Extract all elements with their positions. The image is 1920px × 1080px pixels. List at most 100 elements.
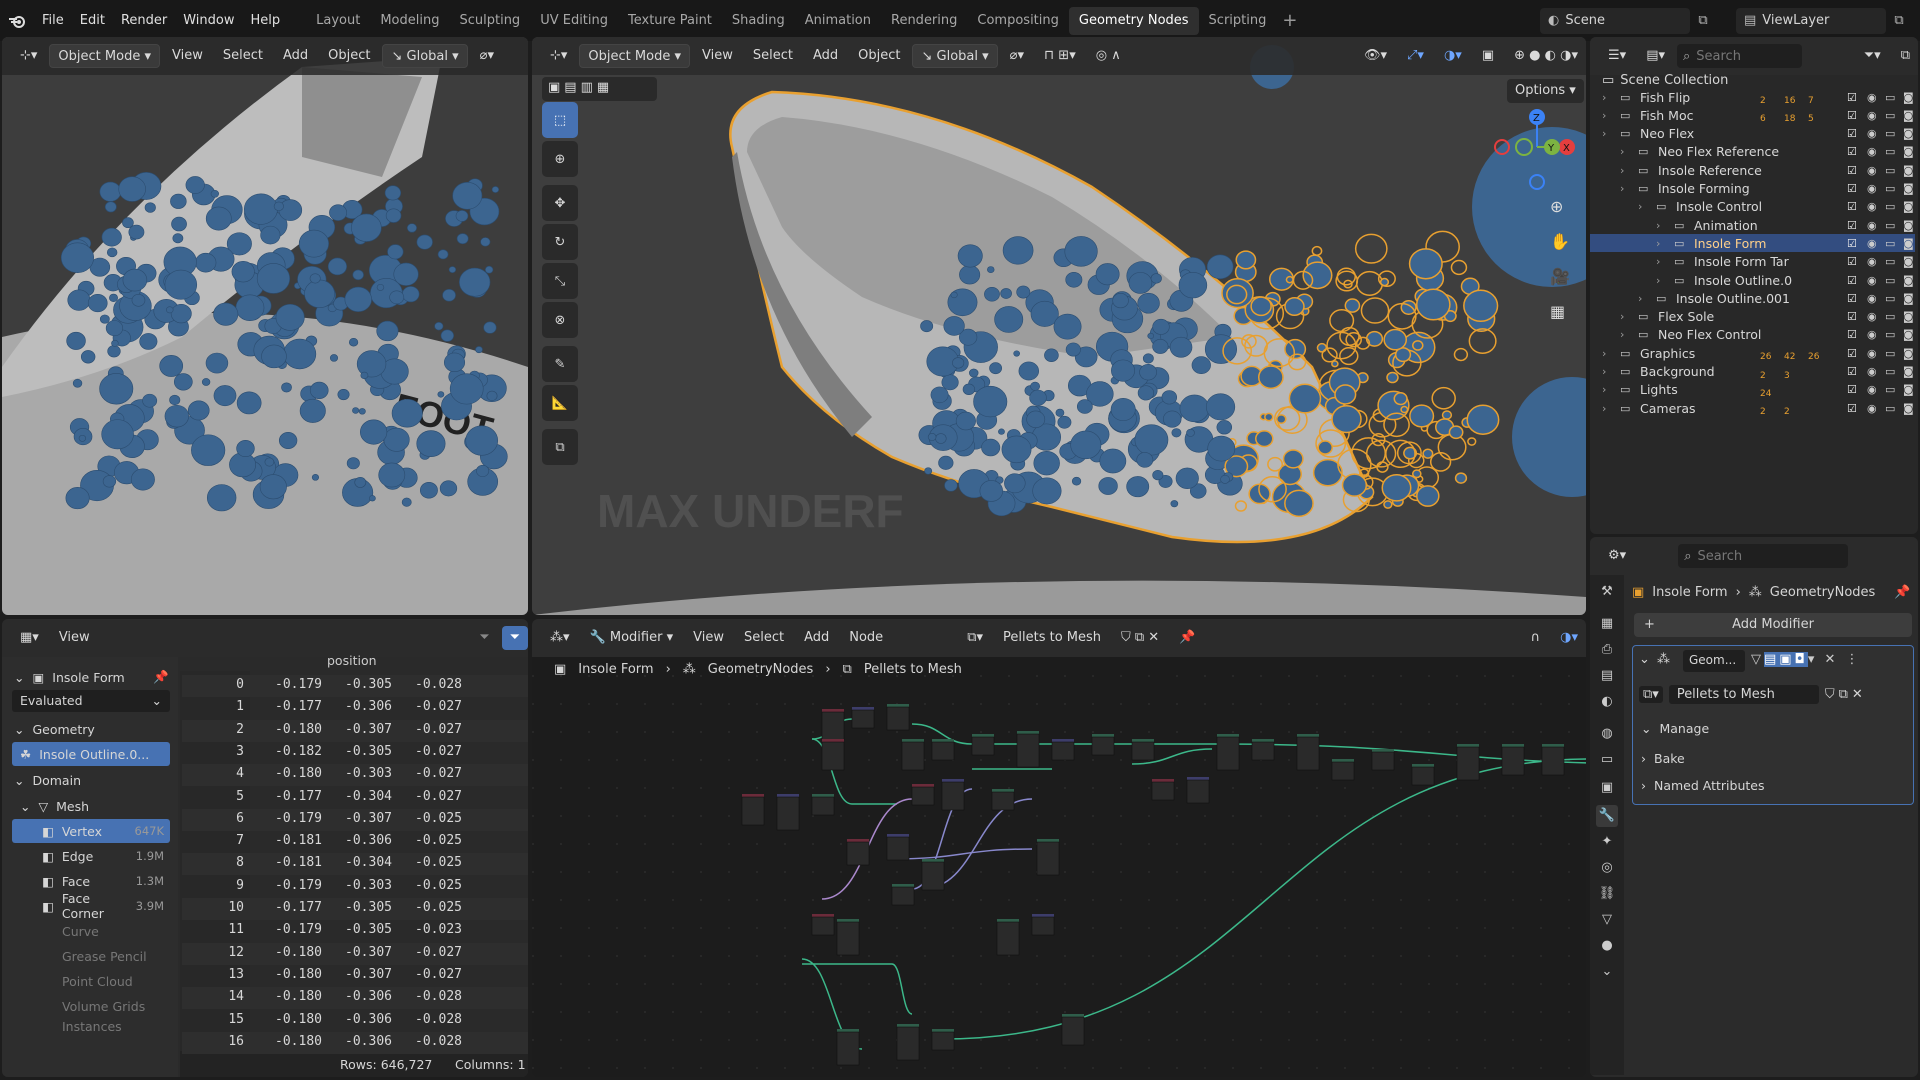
vp1-menu-object[interactable]: Object: [320, 44, 378, 68]
tool-annotate[interactable]: ✎: [542, 346, 578, 382]
pan-icon[interactable]: ✋: [1550, 232, 1570, 251]
object-row[interactable]: ⌄ ▣ Insole Form 📌: [2, 665, 177, 689]
visibility-eye-icon[interactable]: ◉: [1867, 310, 1877, 323]
domain-section[interactable]: ⌄ Domain: [2, 768, 177, 792]
tool-measure[interactable]: 📐: [542, 385, 578, 421]
exclude-checkbox-icon[interactable]: ☑: [1847, 237, 1857, 250]
scene-icon[interactable]: ◐: [1596, 691, 1618, 713]
outliner-editor-type-icon[interactable]: ☰▾: [1600, 44, 1634, 68]
outliner-row[interactable]: › ▭ Neo Flex ☑ ◉ ▭ ◙: [1590, 125, 1915, 143]
geometry-type-item[interactable]: Curve: [2, 919, 177, 943]
visibility-eye-icon[interactable]: ◉: [1867, 219, 1877, 232]
exclude-checkbox-icon[interactable]: ☑: [1847, 274, 1857, 287]
viewport-toggle-icon[interactable]: ▭: [1885, 310, 1895, 323]
tab-animation[interactable]: Animation: [795, 7, 881, 35]
mesh-row[interactable]: ⌄ ▽ Mesh: [2, 794, 177, 818]
tab-layout[interactable]: Layout: [306, 7, 370, 35]
node-group-browse-icon[interactable]: ⧉▾: [1639, 685, 1663, 703]
tab-shading[interactable]: Shading: [722, 7, 795, 35]
physics-icon[interactable]: ◎: [1596, 857, 1618, 879]
visibility-eye-icon[interactable]: ◉: [1867, 127, 1877, 140]
render-toggle-icon[interactable]: ◙: [1903, 237, 1914, 250]
domain-item-vertex[interactable]: ◧ Vertex 647K: [12, 819, 170, 843]
graph-node[interactable]: [1091, 734, 1115, 756]
vp1-orientation-dropdown[interactable]: ↘ Global ▾: [382, 44, 468, 68]
viewport-toggle-icon[interactable]: ▭: [1885, 274, 1895, 287]
camera-view-icon[interactable]: 🎥: [1550, 267, 1570, 286]
expand-chevron-icon[interactable]: ›: [1620, 164, 1624, 177]
render-toggle-icon[interactable]: ◙: [1903, 274, 1914, 287]
vp2-menu-select[interactable]: Select: [745, 44, 801, 68]
editor-type-icon[interactable]: ⊹▾: [12, 44, 45, 68]
graph-node[interactable]: [1251, 739, 1275, 761]
render-toggle-icon[interactable]: ◙: [1903, 219, 1914, 232]
domain-item-face[interactable]: ◧ Face 1.3M: [12, 869, 170, 893]
add-modifier-button[interactable]: + Add Modifier: [1634, 613, 1912, 637]
exclude-checkbox-icon[interactable]: ☑: [1847, 91, 1857, 104]
exclude-checkbox-icon[interactable]: ☑: [1847, 219, 1857, 232]
expand-chevron-icon[interactable]: ›: [1602, 109, 1606, 122]
outliner-row[interactable]: › ▭ Insole Reference ☑ ◉ ▭ ◙: [1590, 161, 1915, 179]
section-named-attributes[interactable]: › Named Attributes: [1641, 773, 1901, 797]
graph-node[interactable]: [1131, 739, 1155, 761]
geometry-type-item[interactable]: Volume Grids: [2, 994, 177, 1018]
vp2-visibility-icon[interactable]: 👁▾: [1356, 44, 1395, 68]
node-group-actions-icons[interactable]: ⛉⧉✕: [1825, 687, 1867, 702]
vp1-menu-view[interactable]: View: [164, 44, 211, 68]
collection-icon[interactable]: ▭: [1596, 749, 1618, 771]
expand-chevron-icon[interactable]: ›: [1638, 292, 1642, 305]
evaluated-dropdown[interactable]: Evaluated ⌄: [12, 690, 170, 712]
vp1-pivot-icon[interactable]: ⌀▾: [472, 44, 502, 68]
modifier-collapse-icon[interactable]: ⌄: [1639, 652, 1650, 667]
vp2-menu-object[interactable]: Object: [850, 44, 908, 68]
ne-menu-view[interactable]: View: [685, 626, 732, 650]
graph-node[interactable]: [971, 734, 995, 756]
menu-render[interactable]: Render: [113, 0, 175, 41]
spreadsheet-filter-icon[interactable]: ⏷: [501, 626, 528, 650]
render-icon[interactable]: ▦: [1596, 613, 1618, 635]
ne-menu-add[interactable]: Add: [796, 626, 837, 650]
viewport-toggle-icon[interactable]: ▭: [1885, 383, 1895, 396]
outliner-row[interactable]: › ▭ Background ☑ ◉ ▭ ◙ 2 3: [1590, 363, 1915, 381]
viewport-toggle-icon[interactable]: ▭: [1885, 182, 1895, 195]
graph-node[interactable]: [931, 1029, 955, 1051]
visibility-eye-icon[interactable]: ◉: [1867, 274, 1877, 287]
outliner-row[interactable]: › ▭ Fish Flip ☑ ◉ ▭ ◙ 2 16 7: [1590, 88, 1915, 107]
graph-node[interactable]: [1296, 734, 1320, 771]
outliner-row[interactable]: › ▭ Graphics ☑ ◉ ▭ ◙ 26 42 26: [1590, 344, 1915, 363]
vp2-proportional-icon[interactable]: ◎ ∧: [1088, 44, 1129, 68]
visibility-eye-icon[interactable]: ◉: [1867, 164, 1877, 177]
graph-node[interactable]: [821, 739, 845, 771]
properties-search[interactable]: ⌕ Search: [1678, 544, 1849, 568]
graph-node[interactable]: [896, 1024, 920, 1061]
render-toggle-icon[interactable]: ◙: [1903, 347, 1914, 360]
viewport-toggle-icon[interactable]: ▭: [1885, 292, 1895, 305]
outliner-row[interactable]: › ▭ Animation ☑ ◉ ▭ ◙: [1590, 216, 1915, 234]
outliner-row[interactable]: › ▭ Flex Sole ☑ ◉ ▭ ◙: [1590, 308, 1915, 326]
vp2-options-button[interactable]: Options ▾: [1507, 79, 1584, 103]
visibility-eye-icon[interactable]: ◉: [1867, 200, 1877, 213]
outliner-row[interactable]: › ▭ Insole Forming ☑ ◉ ▭ ◙: [1590, 180, 1915, 198]
render-toggle-icon[interactable]: ◙: [1903, 109, 1914, 122]
tool-icon[interactable]: ⚒: [1596, 581, 1618, 603]
pin-icon[interactable]: 📌: [1894, 585, 1910, 600]
new-viewlayer-icon[interactable]: ⧉: [1886, 13, 1912, 28]
tab-uv-editing[interactable]: UV Editing: [530, 7, 618, 35]
expand-chevron-icon[interactable]: ›: [1620, 145, 1624, 158]
viewport-toggle-icon[interactable]: ▭: [1885, 109, 1895, 122]
viewport-left[interactable]: FOOT ⊹▾ Object Mode ▾ View Select Add Ob…: [2, 37, 528, 615]
visibility-eye-icon[interactable]: ◉: [1867, 182, 1877, 195]
ne-group-actions-icons[interactable]: ⛉ ⧉ ✕: [1113, 626, 1167, 650]
visibility-eye-icon[interactable]: ◉: [1867, 365, 1877, 378]
render-toggle-icon[interactable]: ◙: [1903, 182, 1914, 195]
menu-help[interactable]: Help: [243, 0, 289, 41]
expand-chevron-icon[interactable]: ›: [1656, 219, 1660, 232]
view-layer-icon[interactable]: ▤: [1596, 665, 1618, 687]
viewlayer-selector[interactable]: ▤ ViewLayer: [1736, 7, 1886, 34]
graph-node[interactable]: [1031, 914, 1055, 936]
outliner-row[interactable]: › ▭ Neo Flex Control ☑ ◉ ▭ ◙: [1590, 326, 1915, 344]
viewport-toggle-icon[interactable]: ▭: [1885, 237, 1895, 250]
tab-geometry-nodes[interactable]: Geometry Nodes: [1068, 6, 1199, 35]
viewport-toggle-icon[interactable]: ▭: [1885, 402, 1895, 415]
exclude-checkbox-icon[interactable]: ☑: [1847, 127, 1857, 140]
